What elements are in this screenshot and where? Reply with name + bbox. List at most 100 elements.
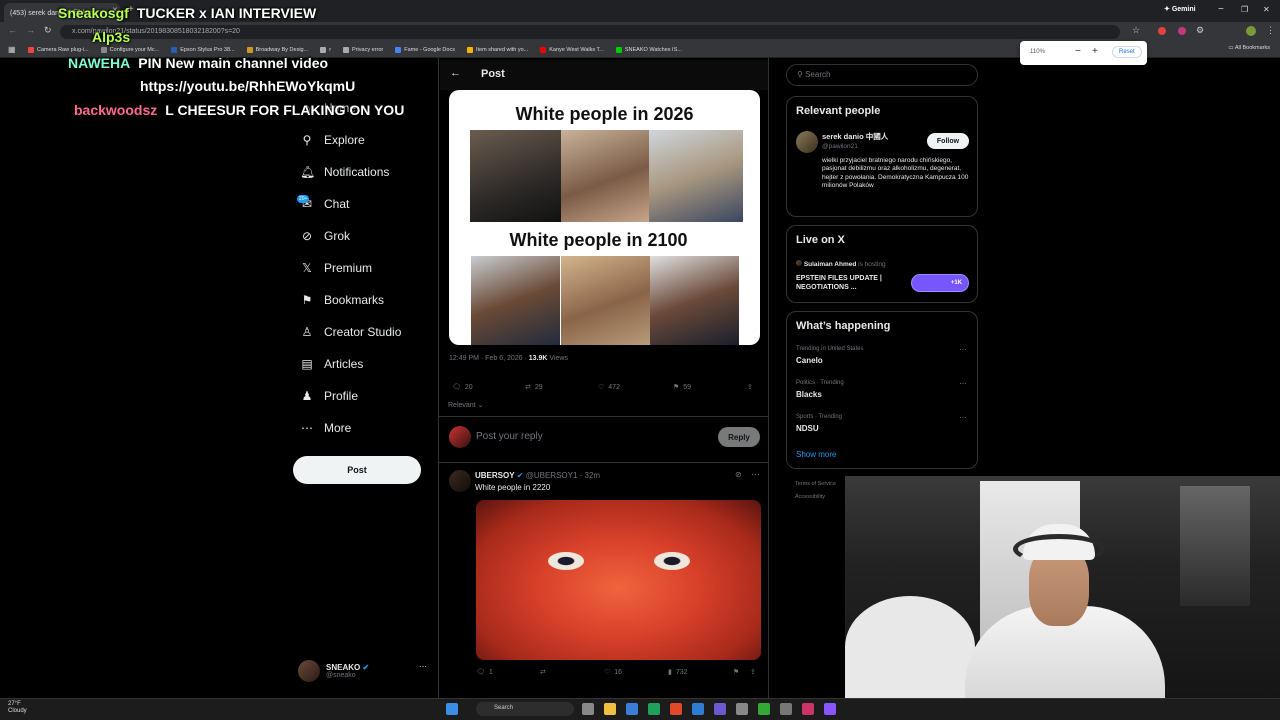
bookmark-label: r xyxy=(329,46,332,53)
minimize-icon[interactable]: − xyxy=(1218,4,1224,15)
back-icon[interactable]: ← xyxy=(8,25,17,35)
live-listeners[interactable]: +1K xyxy=(911,274,969,292)
reply-author-name[interactable]: UBERSOY xyxy=(475,471,515,480)
repost-action[interactable]: ⇄ 29 xyxy=(525,383,543,392)
live-hosting-label: is hosting xyxy=(858,261,886,268)
search-input[interactable]: ⚲ Search xyxy=(786,64,978,86)
close-window-icon[interactable]: ✕ xyxy=(1263,5,1270,14)
sidebar-item-bookmarks[interactable]: ⚑ Bookmarks xyxy=(300,289,384,311)
apps-icon[interactable]: ▦ xyxy=(8,45,16,54)
like-action[interactable]: ♡ 472 xyxy=(598,383,620,392)
chat-message: NAWEHA PIN New main channel video xyxy=(68,55,328,71)
sidebar-item-premium[interactable]: 𝕏 Premium xyxy=(300,257,372,279)
meme-photo xyxy=(561,130,649,222)
bookmark-item[interactable]: Epson Stylus Pro 38... xyxy=(171,46,235,53)
taskbar-app-icon[interactable] xyxy=(692,703,704,715)
more-icon[interactable]: ⋯ xyxy=(959,345,967,354)
footer-link[interactable]: Terms of Service xyxy=(795,481,836,487)
back-arrow-icon[interactable]: ← xyxy=(450,67,461,79)
bookmark-item[interactable]: Broadway By Desig... xyxy=(246,46,308,53)
live-space-title[interactable]: EPSTEIN FILES UPDATE | NEGOTIATIONS ... xyxy=(796,274,906,293)
account-more-icon[interactable]: ⋯ xyxy=(419,662,427,671)
bookmark-action[interactable]: ⚑ 59 xyxy=(673,383,691,392)
maximize-icon[interactable]: ❐ xyxy=(1241,5,1248,14)
bookmark-item[interactable]: r xyxy=(320,46,332,53)
bookmark-favicon-icon xyxy=(540,46,547,53)
taskbar-app-icon[interactable] xyxy=(758,703,770,715)
grok-icon[interactable]: ⊘ xyxy=(735,470,742,479)
taskbar-app-icon[interactable] xyxy=(780,703,792,715)
taskbar-app-icon[interactable] xyxy=(824,703,836,715)
bookmark-item[interactable]: SNEAKO Watches IS... xyxy=(615,46,682,53)
taskbar-app-icon[interactable] xyxy=(670,703,682,715)
bookmark-item[interactable]: Camera Raw plug-i... xyxy=(28,46,89,53)
gemini-button[interactable]: ✦ Gemini xyxy=(1164,5,1196,13)
views-action[interactable]: ▮ 732 xyxy=(668,668,688,677)
all-bookmarks[interactable]: ▭ All Bookmarks xyxy=(1228,45,1270,51)
sidebar-item-explore[interactable]: ⚲ Explore xyxy=(300,129,365,151)
follow-button[interactable]: Follow xyxy=(927,133,969,149)
taskbar-app-icon[interactable] xyxy=(736,703,748,715)
sidebar-item-profile[interactable]: ♟ Profile xyxy=(300,385,358,407)
reply-input[interactable]: Post your reply xyxy=(476,431,543,442)
trend-name[interactable]: Blacks xyxy=(796,390,822,399)
bookmark-item[interactable]: Configure your Mc... xyxy=(100,46,159,53)
profile-avatar[interactable] xyxy=(1246,26,1256,36)
reply-button[interactable]: Reply xyxy=(718,427,760,447)
account-switcher[interactable]: SNEAKO ✔ @sneako xyxy=(298,660,369,682)
bookmark-item[interactable]: Privacy error xyxy=(343,46,383,53)
extension-icon[interactable] xyxy=(1178,27,1186,35)
zoom-reset-button[interactable]: Reset xyxy=(1112,46,1142,58)
views-count: 732 xyxy=(675,668,688,676)
relevant-person-name[interactable]: serek danio 中國人 xyxy=(822,131,888,142)
like-action[interactable]: ♡ 16 xyxy=(604,668,622,677)
star-icon[interactable]: ☆ xyxy=(1132,25,1140,36)
puzzle-icon[interactable]: ⚙ xyxy=(1196,25,1204,36)
bookmark-item[interactable]: Fame - Google Docs xyxy=(395,46,455,53)
reply-tweet-image[interactable] xyxy=(476,500,761,660)
taskbar-app-icon[interactable] xyxy=(626,703,638,715)
footer-link[interactable]: Accessibility xyxy=(795,494,825,500)
zoom-out-button[interactable]: − xyxy=(1075,46,1081,57)
taskbar-search[interactable]: Search xyxy=(476,702,574,716)
sidebar-item-creator-studio[interactable]: ♙ Creator Studio xyxy=(300,321,402,343)
more-icon[interactable]: ⋯ xyxy=(959,379,967,388)
repost-action[interactable]: ⇄ xyxy=(540,668,546,676)
reload-icon[interactable]: ↻ xyxy=(44,25,52,36)
show-more-link[interactable]: Show more xyxy=(796,450,836,459)
more-icon[interactable]: ⋯ xyxy=(751,469,760,480)
taskbar-app-icon[interactable] xyxy=(648,703,660,715)
bookmark-item[interactable]: Item shared with yo... xyxy=(466,46,528,53)
extension-icon[interactable] xyxy=(1158,27,1166,35)
bookmark-action[interactable]: ⚑ xyxy=(733,668,739,676)
share-action[interactable]: ⇪ xyxy=(747,383,753,391)
sort-dropdown[interactable]: Relevant ⌄ xyxy=(448,401,483,409)
zoom-in-button[interactable]: + xyxy=(1092,46,1098,57)
more-icon[interactable]: ⋯ xyxy=(959,413,967,422)
url-bar[interactable]: x.com/pawilon21/status/20198308518032182… xyxy=(60,25,1120,39)
forward-icon[interactable]: → xyxy=(26,25,35,35)
bookmark-favicon-icon xyxy=(100,46,107,53)
sidebar-item-notifications[interactable]: 🔔︎ Notifications xyxy=(300,161,389,183)
sidebar-item-more[interactable]: ⋯ More xyxy=(300,417,351,439)
reply-action[interactable]: 🗨 20 xyxy=(452,383,473,392)
reply-action[interactable]: 🗨 1 xyxy=(476,668,493,677)
sidebar-item-articles[interactable]: ▤ Articles xyxy=(300,353,363,375)
live-listeners-count: +1K xyxy=(950,280,962,286)
bookmark-favicon-icon xyxy=(395,46,402,53)
windows-start-icon[interactable] xyxy=(446,703,458,715)
post-image[interactable]: White people in 2026 White people in 210… xyxy=(449,90,760,345)
weather-widget[interactable]: 27°F Cloudy xyxy=(8,701,27,714)
taskbar-app-icon[interactable] xyxy=(802,703,814,715)
bookmark-item[interactable]: Kanye West Walks T... xyxy=(540,46,604,53)
taskbar-app-icon[interactable] xyxy=(582,703,594,715)
taskbar-app-icon[interactable] xyxy=(604,703,616,715)
sidebar-item-grok[interactable]: ⊘ Grok xyxy=(300,225,350,247)
post-button[interactable]: Post xyxy=(293,456,421,484)
menu-icon[interactable]: ⋮ xyxy=(1266,25,1275,36)
share-action[interactable]: ⇪ xyxy=(750,668,756,676)
trend-name[interactable]: Canelo xyxy=(796,356,823,365)
trend-name[interactable]: NDSU xyxy=(796,424,819,433)
windows-taskbar xyxy=(0,698,1280,720)
taskbar-app-icon[interactable] xyxy=(714,703,726,715)
